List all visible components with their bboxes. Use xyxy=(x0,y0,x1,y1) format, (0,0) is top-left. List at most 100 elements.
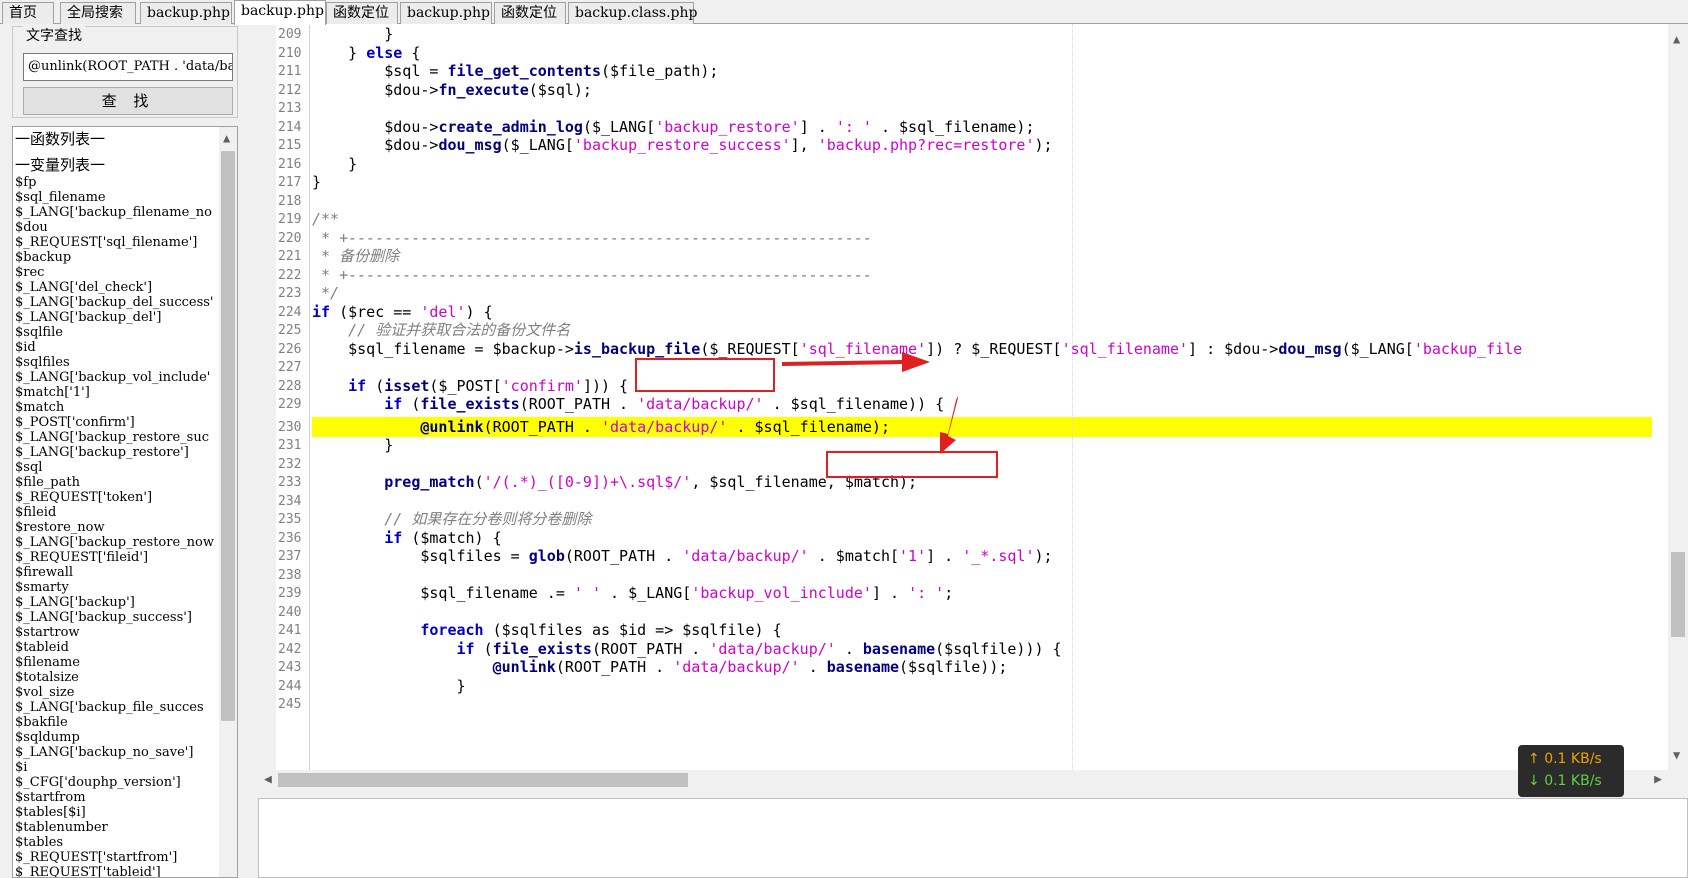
variable-list-item[interactable]: $firewall xyxy=(15,565,215,580)
code-line-221: * 备份删除 xyxy=(312,247,400,265)
variable-list-item[interactable]: $sql_filename xyxy=(15,190,215,205)
line-number: 215 xyxy=(278,138,302,153)
variable-list-item[interactable]: $startrow xyxy=(15,625,215,640)
arrow-right-icon xyxy=(782,352,930,372)
code-line-214: $dou->create_admin_log($_LANG['backup_re… xyxy=(312,117,1035,136)
variable-list-item[interactable]: $_REQUEST['fileid'] xyxy=(15,550,215,565)
line-number: 228 xyxy=(278,378,302,394)
line-number: 236 xyxy=(278,530,302,546)
line-number: 223 xyxy=(278,286,302,301)
variable-list-item[interactable]: $_POST['confirm'] xyxy=(15,415,215,430)
editor-horizontal-scroll-thumb[interactable] xyxy=(278,773,688,787)
variable-list-item[interactable]: $_LANG['backup_restore'] xyxy=(15,445,215,460)
find-button[interactable]: 查 找 xyxy=(23,87,233,115)
variable-list-item[interactable]: $_LANG['backup_vol_include' xyxy=(15,370,215,385)
symbol-list[interactable]: 一函数列表一 一变量列表一 $fp $sql_filename $_LANG['ba… xyxy=(12,126,238,878)
variable-list-item[interactable]: $match xyxy=(15,400,215,415)
tab-home[interactable]: 首页 xyxy=(2,2,54,24)
editor-vertical-scroll-thumb[interactable] xyxy=(1671,552,1685,637)
code-line-239: $sql_filename .= ' ' . $_LANG['backup_vo… xyxy=(312,584,954,602)
code-line-237: $sqlfiles = glob(ROOT_PATH . 'data/backu… xyxy=(312,547,1053,565)
scroll-down-icon[interactable]: ▼ xyxy=(1673,748,1680,762)
variable-list-item[interactable]: $totalsize xyxy=(15,670,215,685)
variable-list-item[interactable]: $_LANG['backup'] xyxy=(15,595,215,610)
variable-list-item[interactable]: $startfrom xyxy=(15,790,215,805)
tab-global-search[interactable]: 全局搜索 xyxy=(60,2,136,24)
scroll-up-icon[interactable]: ▲ xyxy=(1673,32,1680,46)
variable-list-item[interactable]: $sqldump xyxy=(15,730,215,745)
variable-list-item[interactable]: $_REQUEST['sql_filename'] xyxy=(15,235,215,250)
line-number: 219 xyxy=(278,212,302,227)
variable-list-item[interactable]: $_REQUEST['token'] xyxy=(15,490,215,505)
variable-list-item[interactable]: $_LANG['backup_restore_now' xyxy=(15,535,215,550)
code-line-215: $dou->dou_msg($_LANG['backup_restore_suc… xyxy=(312,136,1053,154)
variable-list-item[interactable]: $_LANG['backup_no_save'] xyxy=(15,745,215,760)
tab-backup-php-1[interactable]: backup.php xyxy=(140,2,232,24)
variable-list-item[interactable]: $tablenumber xyxy=(15,820,215,835)
variable-list-item[interactable]: $_LANG['backup_del'] xyxy=(15,310,215,325)
line-number: 239 xyxy=(278,586,302,601)
output-panel[interactable] xyxy=(258,798,1688,878)
tab-function-locate-2[interactable]: 函数定位 xyxy=(494,2,566,24)
symbol-list-content: 一函数列表一 一变量列表一 $fp $sql_filename $_LANG['ba… xyxy=(15,127,215,877)
variable-list-item[interactable]: $sqlfile xyxy=(15,325,215,340)
variable-list-item[interactable]: $tables xyxy=(15,835,215,850)
line-number: 211 xyxy=(278,64,302,79)
code-line-236: if ($match) { xyxy=(384,528,502,547)
tab-backup-php-3[interactable]: backup.php xyxy=(400,2,492,24)
editor-horizontal-scrollbar[interactable]: ◀ ▶ xyxy=(258,770,1668,790)
variable-list-item[interactable]: $file_path xyxy=(15,475,215,490)
variable-list-item[interactable]: $sqlfiles xyxy=(15,355,215,370)
variable-list-item[interactable]: $smarty xyxy=(15,580,215,595)
variable-list-item[interactable]: $rec xyxy=(15,265,215,280)
line-number: 225 xyxy=(278,323,302,338)
functions-header: 一函数列表一 xyxy=(15,130,106,148)
variable-list-item[interactable]: $tables[$i] xyxy=(15,805,215,820)
tab-function-locate-1[interactable]: 函数定位 xyxy=(326,2,398,24)
variable-list-item[interactable]: $_LANG['backup_file_succes xyxy=(15,700,215,715)
variable-list-item[interactable]: $_REQUEST['startfrom'] xyxy=(15,850,215,865)
scroll-right-icon[interactable]: ▶ xyxy=(1654,772,1662,787)
variable-list-item[interactable]: $_LANG['backup_success'] xyxy=(15,610,215,625)
variable-list-item[interactable]: $id xyxy=(15,340,215,355)
symbol-list-scrollbar[interactable]: ▲ xyxy=(219,127,237,877)
code-line-243: @unlink(ROOT_PATH . 'data/backup/' . bas… xyxy=(492,658,1008,676)
line-number: 244 xyxy=(278,678,302,694)
variable-list-item[interactable]: $_REQUEST['tableid'] xyxy=(15,865,215,877)
scroll-left-icon[interactable]: ◀ xyxy=(264,772,272,787)
arrow-down-icon xyxy=(940,396,958,454)
code-line-223: */ xyxy=(312,284,340,302)
scroll-up-icon[interactable]: ▲ xyxy=(223,131,230,145)
variable-list-item[interactable]: $fp xyxy=(15,175,215,190)
variable-list-item[interactable]: $tableid xyxy=(15,640,215,655)
variable-list-item[interactable]: $restore_now xyxy=(15,520,215,535)
variable-list: $fp $sql_filename $_LANG['backup_filename_… xyxy=(15,175,215,877)
code-line-225: // 验证并获取合法的备份文件名 xyxy=(312,321,571,339)
line-number: 210 xyxy=(278,45,302,61)
variable-list-item[interactable]: $filename xyxy=(15,655,215,670)
find-input[interactable]: @unlink(ROOT_PATH . 'data/ba xyxy=(23,53,233,81)
variable-list-item[interactable]: $_CFG['douphp_version'] xyxy=(15,775,215,790)
variable-list-item[interactable]: $_LANG['del_check'] xyxy=(15,280,215,295)
variable-list-item[interactable]: $_LANG['backup_del_success' xyxy=(15,295,215,310)
variable-list-item[interactable]: $match['1'] xyxy=(15,385,215,400)
line-number: 216 xyxy=(278,156,302,172)
line-number: 209 xyxy=(278,27,302,42)
code-editor[interactable]: 209 210 211 212 213 214 215 216 217 218 219 220 221 2… xyxy=(276,24,1688,772)
tab-backup-php-2[interactable]: backup.php xyxy=(234,0,326,25)
code-area[interactable]: } } else { $sql = file_get_contents($fil… xyxy=(312,24,1652,772)
download-arrow-icon: ↓ xyxy=(1528,773,1540,789)
variable-list-item[interactable]: $bakfile xyxy=(15,715,215,730)
variable-list-item[interactable]: $_LANG['backup_restore_suc xyxy=(15,430,215,445)
variable-list-item[interactable]: $sql xyxy=(15,460,215,475)
tab-backup-class-php[interactable]: backup.class.php xyxy=(568,2,698,24)
symbol-list-scroll-thumb[interactable] xyxy=(221,151,235,721)
variable-list-item[interactable]: $i xyxy=(15,760,215,775)
variable-list-item[interactable]: $vol_size xyxy=(15,685,215,700)
editor-vertical-scrollbar[interactable]: ▲ ▼ xyxy=(1668,24,1688,770)
variable-list-item[interactable]: $dou xyxy=(15,220,215,235)
variable-list-item[interactable]: $fileid xyxy=(15,505,215,520)
variable-list-item[interactable]: $backup xyxy=(15,250,215,265)
variable-list-item[interactable]: $_LANG['backup_filename_no xyxy=(15,205,215,220)
code-line-211: $sql = file_get_contents($file_path); xyxy=(312,62,719,80)
